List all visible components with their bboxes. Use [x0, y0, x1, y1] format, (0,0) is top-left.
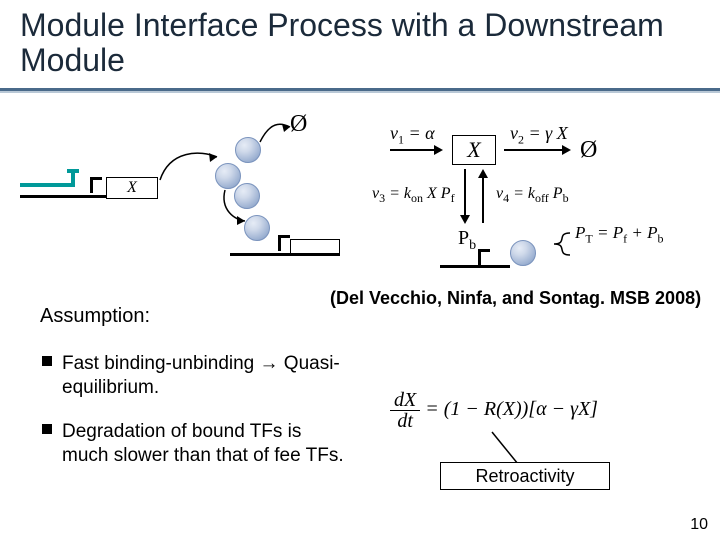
retroactivity-equation: dX dt = (1 − R(X))[α − γX]: [390, 390, 598, 431]
teal-pipe-h: [20, 183, 75, 187]
bullet-square-icon: [42, 356, 52, 366]
binding-arrow: [220, 185, 260, 230]
promoter-pb: [478, 249, 490, 265]
promoter-downstream: [278, 235, 290, 251]
eqn-v1: v1 = α: [390, 123, 435, 148]
bullet-2: Degradation of bound TFs is much slower …: [62, 420, 352, 468]
teal-pipe-cap: [67, 169, 79, 173]
bullet-square-icon: [42, 424, 52, 434]
diagram-area: X Ø: [20, 115, 700, 285]
dna-pb: [440, 265, 510, 268]
pb-node: Pb: [458, 227, 476, 254]
brace-icon: [550, 230, 576, 260]
gene-x-box: X: [106, 177, 158, 199]
dna-upstream: [20, 195, 80, 198]
degradation-arrow: [255, 117, 300, 147]
bullet-2-text: Degradation of bound TFs is much slower …: [62, 421, 344, 466]
eqn-v4: v4 = koff Pb: [496, 185, 569, 206]
dna-upstream-2: [80, 195, 106, 198]
eqn-v2: v2 = γ X: [510, 123, 568, 148]
page-number: 10: [690, 516, 708, 534]
x-node: X: [452, 135, 496, 165]
promoter-upstream: [90, 177, 102, 193]
dna-downstream: [230, 253, 340, 256]
citation-text: (Del Vecchio, Ninfa, and Sontag. MSB 200…: [330, 288, 701, 309]
protein-circle-pb: [510, 240, 536, 266]
title-underline: [0, 88, 720, 94]
eqn-pt: PT = Pf + Pb: [575, 223, 663, 246]
assumption-label: Assumption:: [40, 305, 150, 328]
gene-downstream: [290, 239, 340, 253]
slide: Module Interface Process with a Downstre…: [0, 0, 720, 540]
emptyset-right: Ø: [580, 137, 597, 164]
eqn-v3: v3 = kon X Pf: [372, 185, 455, 206]
page-title: Module Interface Process with a Downstre…: [20, 8, 700, 78]
bullet-1-text: Fast binding-unbinding → Quasi-equilibri…: [62, 353, 340, 398]
retroactivity-box: Retroactivity: [440, 462, 610, 490]
bullet-1: Fast binding-unbinding → Quasi-equilibri…: [62, 352, 342, 400]
